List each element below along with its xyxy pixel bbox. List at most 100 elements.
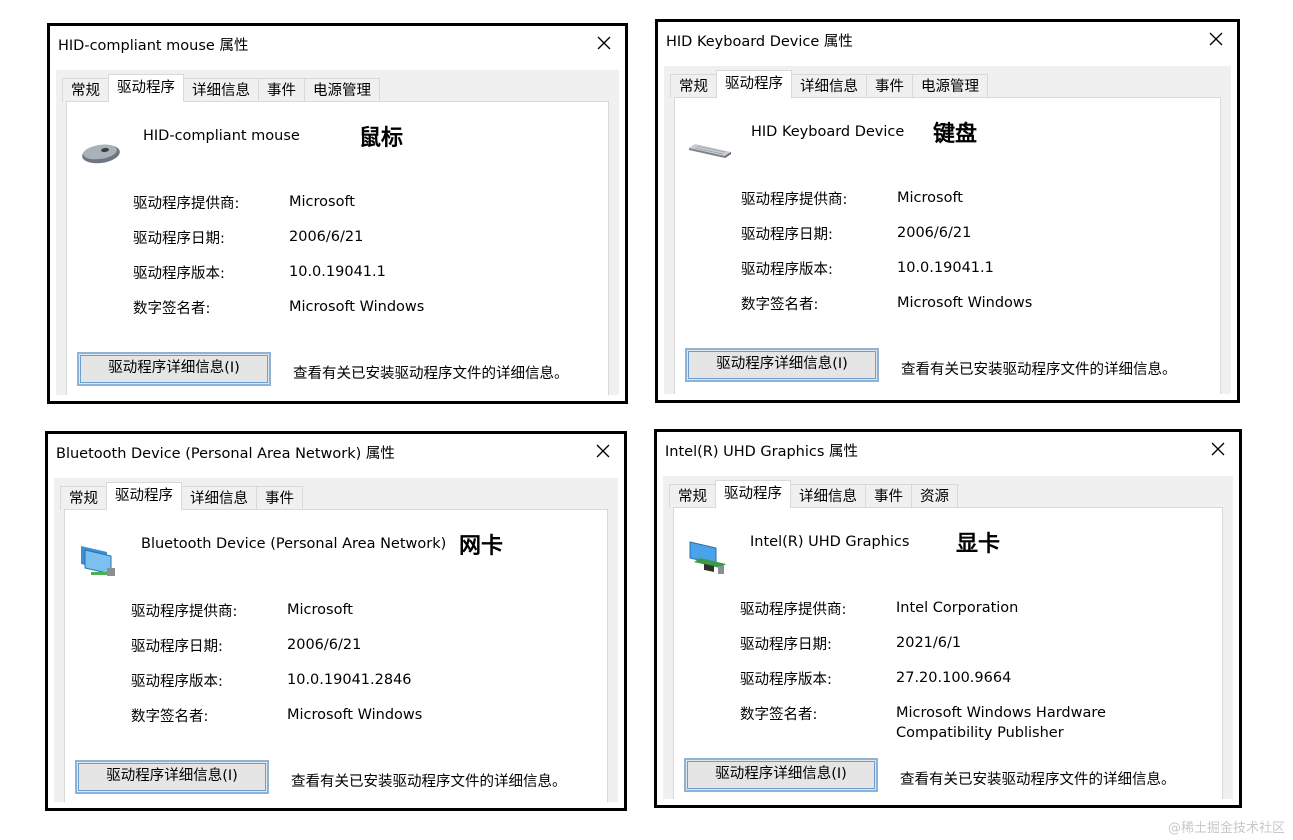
version-value: 10.0.19041.2846 (287, 672, 412, 688)
watermark: @稀土掘金技术社区 (1167, 821, 1285, 836)
bluetooth-properties-dialog: Bluetooth Device (Personal Area Network)… (45, 431, 627, 811)
keyboard-icon (687, 126, 733, 166)
signer-value: Microsoft Windows (897, 295, 1033, 311)
driver-details-button[interactable]: 驱动程序详细信息(I) (75, 760, 269, 794)
signer-value: Microsoft Windows (289, 299, 425, 315)
window-title: HID-compliant mouse 属性 (58, 38, 249, 54)
version-value: 10.0.19041.1 (289, 264, 386, 280)
tab-power-management[interactable]: 电源管理 (304, 78, 380, 102)
category-label: 网卡 (459, 533, 504, 559)
tab-strip: 常规 驱动程序 详细信息 事件 电源管理 (670, 70, 988, 98)
device-name: Bluetooth Device (Personal Area Network) (141, 536, 447, 552)
tab-general[interactable]: 常规 (669, 484, 716, 508)
window-title: HID Keyboard Device 属性 (666, 34, 853, 50)
tab-driver[interactable]: 驱动程序 (715, 480, 791, 508)
tab-events[interactable]: 事件 (258, 78, 305, 102)
tab-driver[interactable]: 驱动程序 (716, 70, 792, 98)
signer-label: 数字签名者: (741, 297, 819, 313)
date-label: 驱动程序日期: (741, 227, 833, 243)
display-adapter-icon (686, 536, 732, 576)
graphics-properties-dialog: Intel(R) UHD Graphics 属性 常规 驱动程序 详细信息 事件… (654, 429, 1242, 808)
signer-value: Microsoft Windows (287, 707, 423, 723)
provider-value: Microsoft (289, 194, 355, 210)
title-bar: HID Keyboard Device 属性 (658, 22, 1237, 58)
driver-details-description: 查看有关已安装驱动程序文件的详细信息。 (901, 362, 1177, 378)
date-label: 驱动程序日期: (131, 639, 223, 655)
title-bar: Intel(R) UHD Graphics 属性 (657, 432, 1239, 468)
device-name: HID Keyboard Device (751, 124, 905, 140)
version-value: 27.20.100.9664 (896, 670, 1012, 686)
date-label: 驱动程序日期: (740, 637, 832, 653)
tab-power-management[interactable]: 电源管理 (912, 74, 988, 98)
version-value: 10.0.19041.1 (897, 260, 994, 276)
date-label: 驱动程序日期: (133, 231, 225, 247)
close-icon[interactable] (1207, 438, 1229, 460)
provider-label: 驱动程序提供商: (740, 602, 847, 618)
provider-value: Microsoft (287, 602, 353, 618)
tab-control: 常规 驱动程序 详细信息 事件 资源 Intel(R) UHD Graphics… (663, 476, 1233, 799)
driver-panel: Intel(R) UHD Graphics 显卡 驱动程序提供商: Intel C… (673, 507, 1223, 799)
provider-value: Intel Corporation (896, 600, 1019, 616)
tab-details[interactable]: 详细信息 (790, 484, 866, 508)
driver-panel: HID Keyboard Device 键盘 驱动程序提供商: Microsoft… (674, 97, 1221, 394)
signer-value: Microsoft Windows Hardware Compatibility… (896, 705, 1106, 741)
tab-driver[interactable]: 驱动程序 (108, 74, 184, 102)
tab-strip: 常规 驱动程序 详细信息 事件 (60, 482, 303, 510)
close-icon[interactable] (592, 440, 614, 462)
provider-label: 驱动程序提供商: (133, 196, 240, 212)
signer-label: 数字签名者: (133, 301, 211, 317)
tab-details[interactable]: 详细信息 (181, 486, 257, 510)
tab-control: 常规 驱动程序 详细信息 事件 Bluetooth Device (Person… (54, 478, 618, 802)
mouse-properties-dialog: HID-compliant mouse 属性 常规 驱动程序 详细信息 事件 电… (47, 23, 628, 404)
network-adapter-icon (77, 538, 123, 578)
device-name: HID-compliant mouse (143, 128, 300, 144)
driver-panel: HID-compliant mouse 鼠标 驱动程序提供商: Microsoft… (66, 101, 609, 395)
date-value: 2006/6/21 (897, 225, 972, 241)
provider-label: 驱动程序提供商: (131, 604, 238, 620)
keyboard-properties-dialog: HID Keyboard Device 属性 常规 驱动程序 详细信息 事件 电… (655, 19, 1240, 403)
window-title: Intel(R) UHD Graphics 属性 (665, 444, 859, 460)
tab-general[interactable]: 常规 (670, 74, 717, 98)
tab-details[interactable]: 详细信息 (183, 78, 259, 102)
tab-strip: 常规 驱动程序 详细信息 事件 资源 (669, 480, 958, 508)
category-label: 显卡 (956, 531, 1001, 557)
date-value: 2006/6/21 (289, 229, 364, 245)
date-value: 2006/6/21 (287, 637, 362, 653)
tab-control: 常规 驱动程序 详细信息 事件 电源管理 HID-compliant mouse… (56, 70, 619, 395)
tab-events[interactable]: 事件 (866, 74, 913, 98)
driver-details-description: 查看有关已安装驱动程序文件的详细信息。 (291, 774, 567, 790)
mouse-icon (79, 130, 125, 170)
driver-details-description: 查看有关已安装驱动程序文件的详细信息。 (293, 366, 569, 382)
driver-details-button[interactable]: 驱动程序详细信息(I) (77, 352, 271, 386)
tab-strip: 常规 驱动程序 详细信息 事件 电源管理 (62, 74, 380, 102)
provider-value: Microsoft (897, 190, 963, 206)
driver-panel: Bluetooth Device (Personal Area Network)… (64, 509, 608, 802)
provider-label: 驱动程序提供商: (741, 192, 848, 208)
close-icon[interactable] (593, 32, 615, 54)
date-value: 2021/6/1 (896, 635, 962, 651)
tab-driver[interactable]: 驱动程序 (106, 482, 182, 510)
tab-events[interactable]: 事件 (865, 484, 912, 508)
title-bar: Bluetooth Device (Personal Area Network)… (48, 434, 624, 470)
tab-events[interactable]: 事件 (256, 486, 303, 510)
tab-resources[interactable]: 资源 (911, 484, 958, 508)
version-label: 驱动程序版本: (741, 262, 833, 278)
close-icon[interactable] (1205, 28, 1227, 50)
version-label: 驱动程序版本: (133, 266, 225, 282)
tab-general[interactable]: 常规 (60, 486, 107, 510)
tab-general[interactable]: 常规 (62, 78, 109, 102)
signer-label: 数字签名者: (131, 709, 209, 725)
category-label: 键盘 (933, 121, 978, 147)
tab-details[interactable]: 详细信息 (791, 74, 867, 98)
tab-control: 常规 驱动程序 详细信息 事件 电源管理 HID Keyboard Device… (664, 66, 1231, 394)
device-name: Intel(R) UHD Graphics (750, 534, 910, 550)
category-label: 鼠标 (359, 125, 404, 151)
driver-details-button[interactable]: 驱动程序详细信息(I) (685, 348, 879, 382)
signer-label: 数字签名者: (740, 707, 818, 723)
driver-details-description: 查看有关已安装驱动程序文件的详细信息。 (900, 772, 1176, 788)
window-title: Bluetooth Device (Personal Area Network)… (56, 446, 395, 462)
driver-details-button[interactable]: 驱动程序详细信息(I) (684, 758, 878, 792)
version-label: 驱动程序版本: (740, 672, 832, 688)
title-bar: HID-compliant mouse 属性 (50, 26, 625, 62)
version-label: 驱动程序版本: (131, 674, 223, 690)
